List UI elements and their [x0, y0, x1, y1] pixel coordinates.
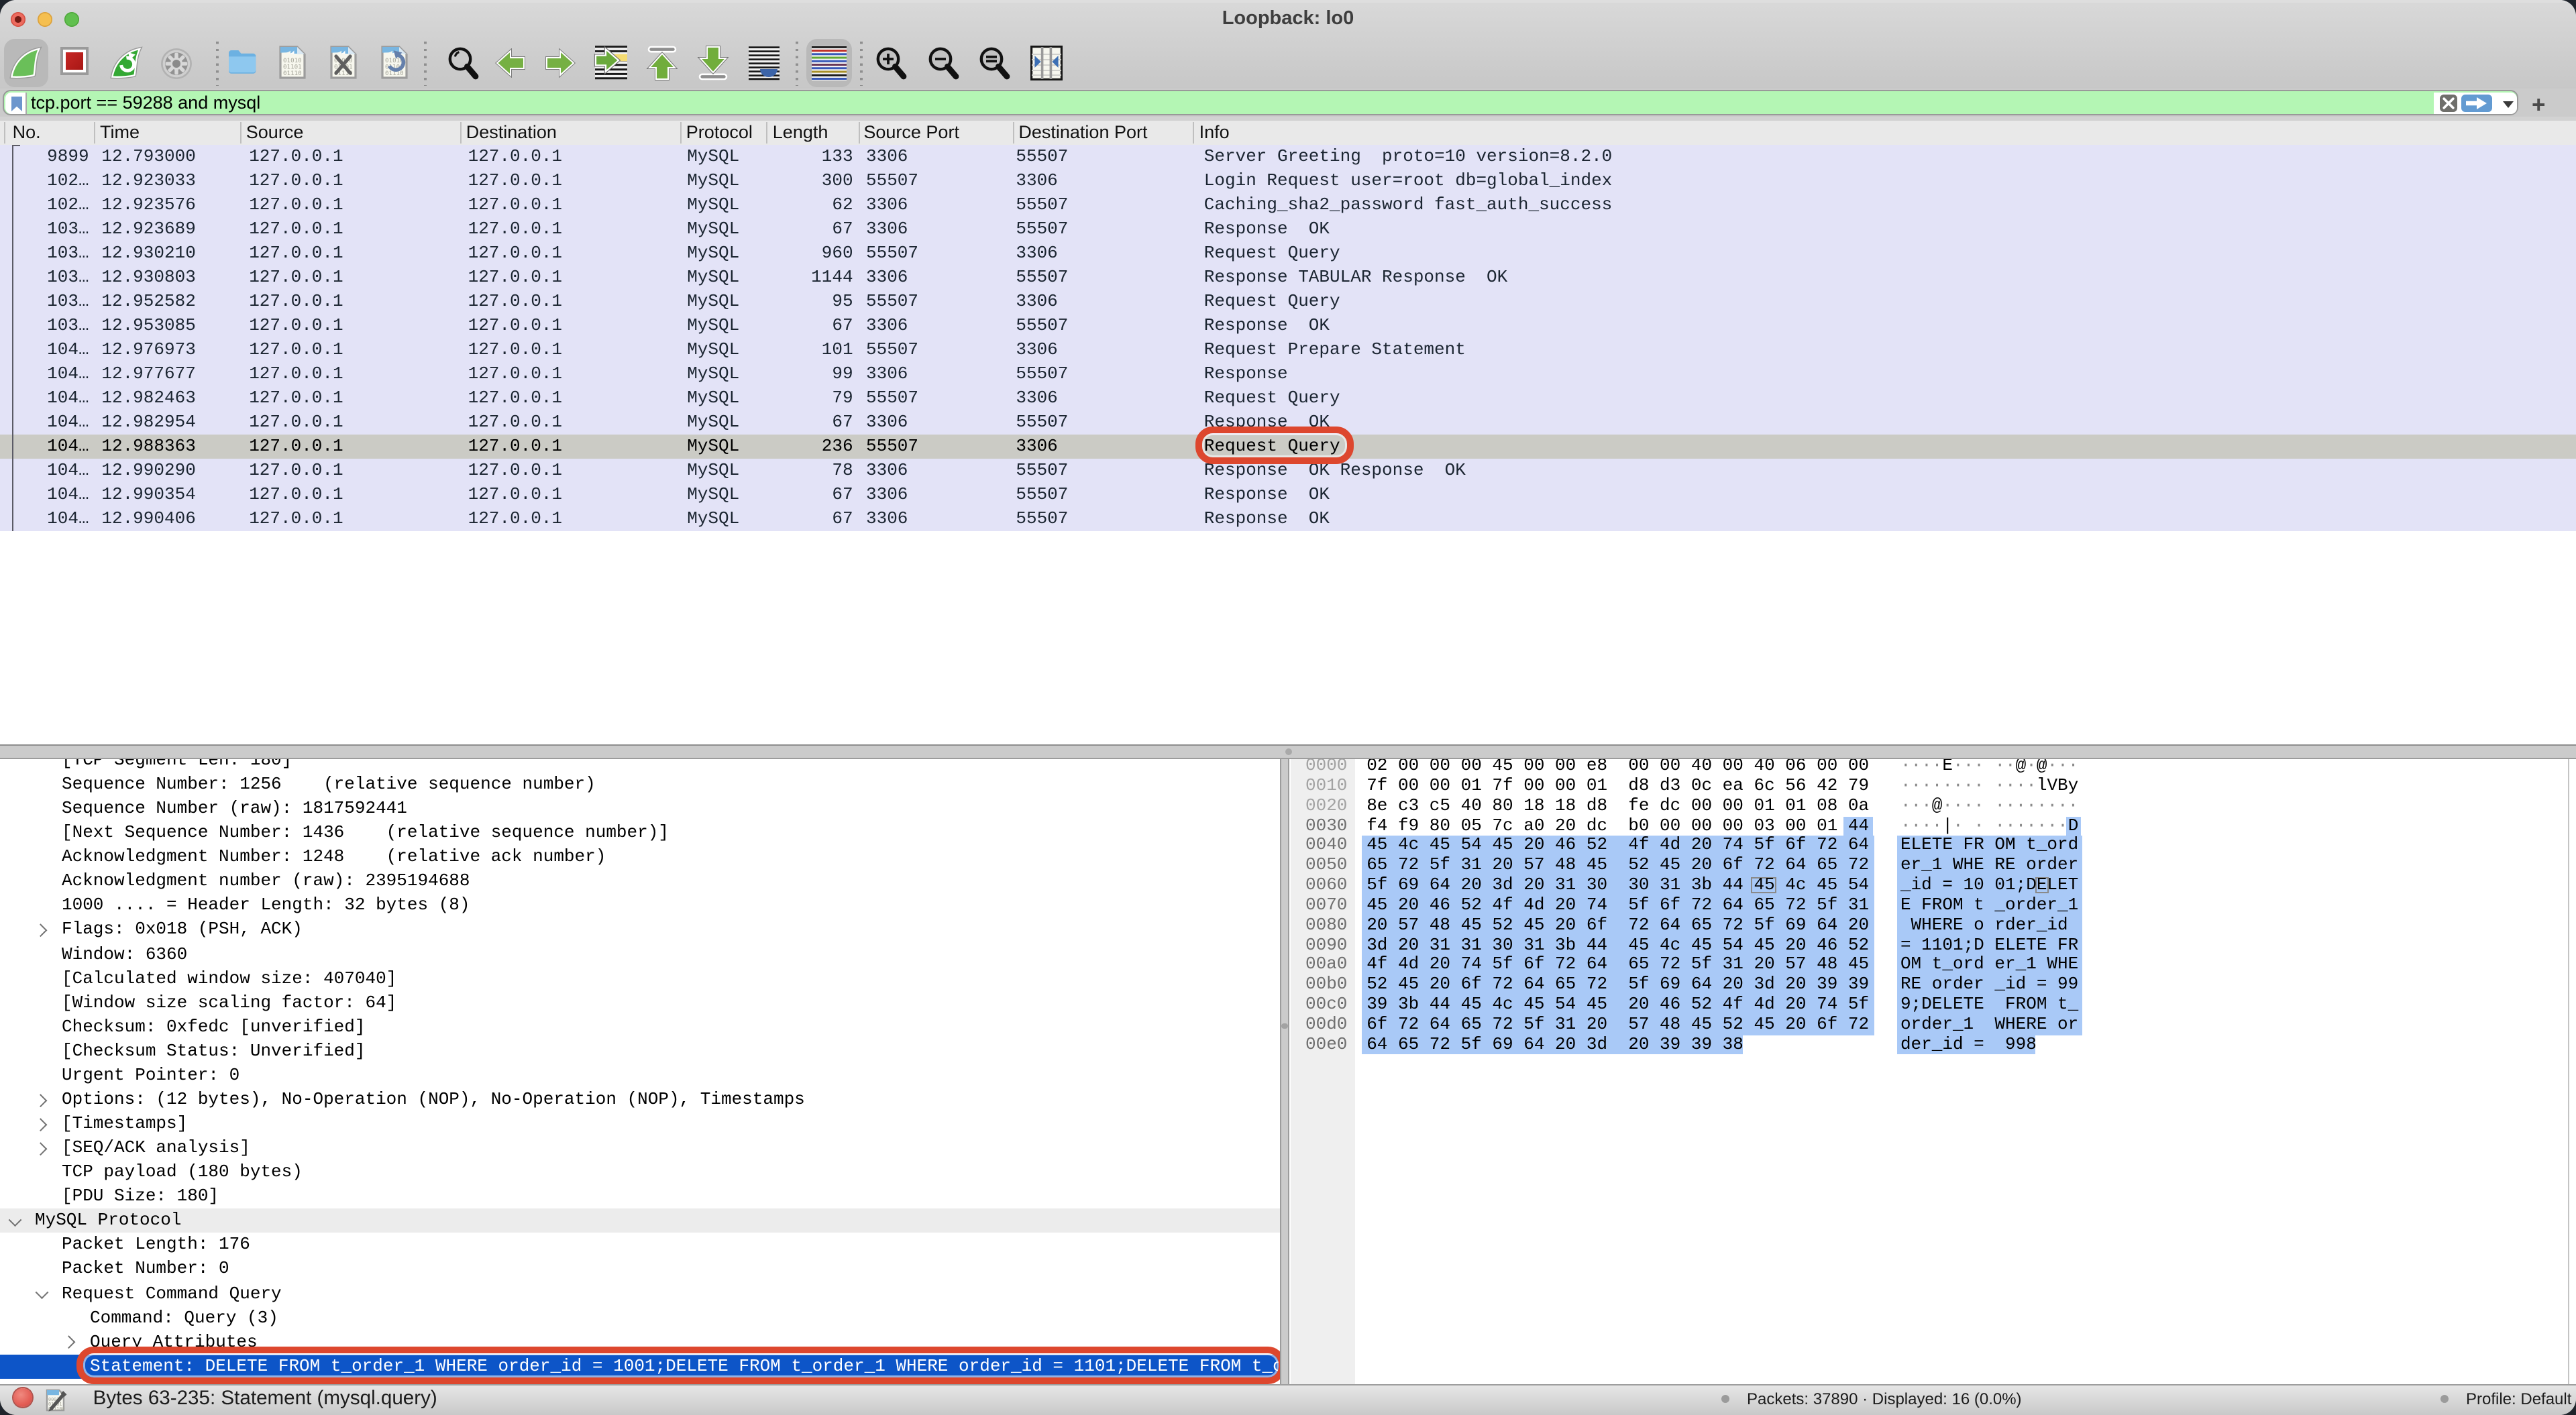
svg-text:01110: 01110 [283, 70, 302, 77]
